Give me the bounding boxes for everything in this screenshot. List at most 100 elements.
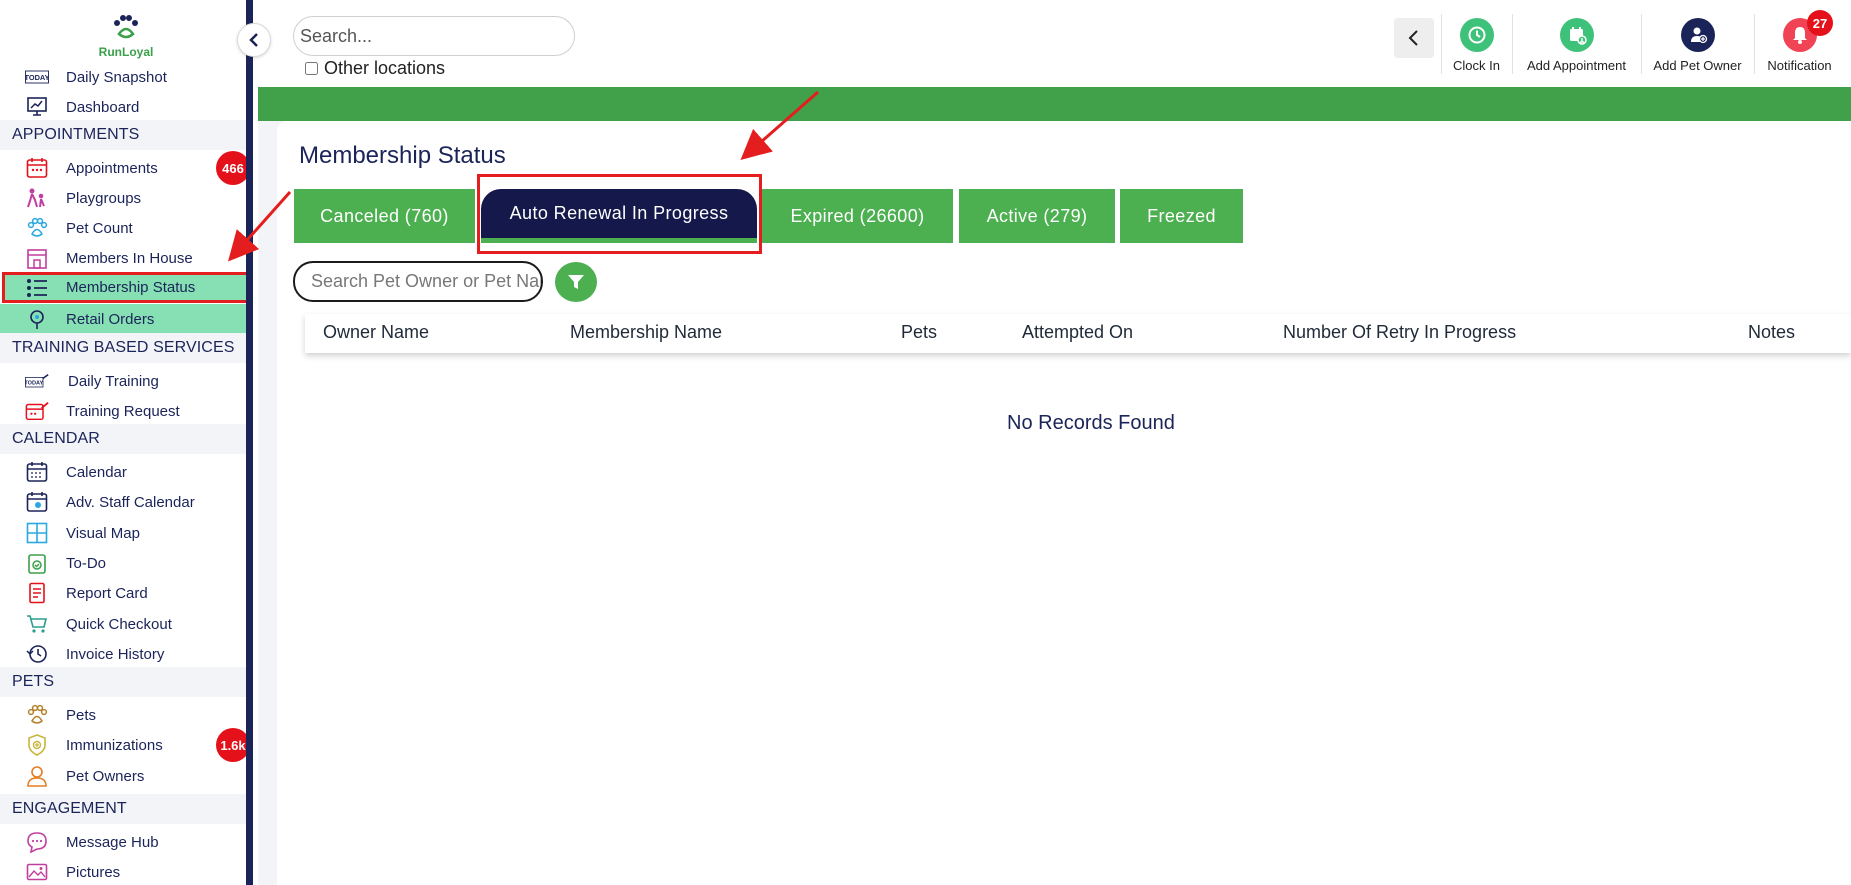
notification-count-badge: 27 (1807, 10, 1833, 36)
dashboard-icon (25, 96, 49, 118)
immunizations-count-badge: 1.6k (216, 728, 246, 762)
tab-canceled[interactable]: Canceled (760) (294, 189, 475, 243)
sidebar-item-label: Calendar (66, 463, 127, 481)
section-appointments: APPOINTMENTS (0, 120, 246, 150)
sidebar-item-immunizations[interactable]: Immunizations 1.6k (0, 728, 246, 762)
membership-list-icon (25, 277, 49, 299)
sidebar-item-adv-staff-calendar[interactable]: Adv. Staff Calendar (0, 487, 246, 517)
sidebar-item-invoice-history[interactable]: Invoice History (0, 639, 246, 669)
sidebar-item-daily-snapshot[interactable]: TODAY Daily Snapshot (0, 62, 246, 92)
sidebar-item-dashboard[interactable]: Dashboard (0, 92, 246, 122)
other-locations-checkbox[interactable] (305, 62, 318, 75)
brand-name: RunLoyal (98, 45, 154, 59)
sidebar-item-appointments[interactable]: Appointments 466 (0, 151, 246, 185)
calendar-icon (25, 461, 49, 483)
sidebar-item-pets[interactable]: Pets (0, 700, 246, 730)
paw-logo-icon (92, 14, 160, 44)
training-request-icon (25, 400, 49, 422)
sidebar-item-label: Message Hub (66, 833, 159, 851)
sidebar-item-label: Pets (66, 706, 97, 724)
sidebar-item-label: Adv. Staff Calendar (66, 493, 195, 511)
sidebar-item-label: Training Request (66, 402, 180, 420)
sidebar-item-pet-owners[interactable]: Pet Owners (0, 761, 246, 791)
paw-icon (25, 217, 49, 239)
sidebar-item-label: Daily Snapshot (66, 68, 167, 86)
house-icon (25, 247, 49, 269)
sidebar-item-label: Members In House (66, 249, 193, 267)
visual-map-icon (25, 522, 49, 544)
sidebar-item-to-do[interactable]: To-Do (0, 548, 246, 578)
person-icon (25, 765, 49, 787)
sidebar-item-report-card[interactable]: Report Card (0, 578, 246, 608)
sidebar-item-label: Retail Orders (66, 310, 155, 328)
notification-button[interactable]: 27 Notification (1754, 10, 1844, 74)
column-notes[interactable]: Notes (1748, 322, 1795, 343)
sidebar-item-quick-checkout[interactable]: Quick Checkout (0, 609, 246, 639)
tab-active[interactable]: Active (279) (959, 189, 1115, 243)
message-icon (25, 831, 49, 853)
report-card-icon (25, 582, 49, 604)
sidebar-item-pictures[interactable]: Pictures (0, 857, 246, 885)
global-search-input[interactable] (293, 16, 575, 56)
add-appointment-button[interactable]: Add Appointment (1512, 14, 1640, 74)
add-person-icon (1680, 18, 1715, 52)
sidebar-item-membership-status[interactable]: Membership Status (2, 272, 246, 303)
table-header: Owner Name Membership Name Pets Attempte… (305, 314, 1851, 353)
column-owner-name[interactable]: Owner Name (323, 322, 429, 343)
sidebar-item-label: Visual Map (66, 524, 140, 542)
sidebar-item-daily-training[interactable]: TODAY Daily Training (0, 366, 246, 396)
column-attempted-on[interactable]: Attempted On (1022, 322, 1133, 343)
sidebar-item-training-request[interactable]: Training Request (0, 396, 246, 426)
section-training: TRAINING BASED SERVICES (0, 333, 246, 363)
sidebar-item-label: Pet Count (66, 219, 133, 237)
sidebar-item-visual-map[interactable]: Visual Map (0, 518, 246, 548)
clock-in-button[interactable]: Clock In (1441, 14, 1511, 74)
chevron-left-icon (1408, 30, 1418, 46)
sidebar-item-pet-count[interactable]: Pet Count (0, 213, 246, 243)
column-membership-name[interactable]: Membership Name (570, 322, 722, 343)
other-locations-text: Other locations (324, 58, 446, 78)
sidebar-item-label: Appointments (66, 159, 158, 177)
invoice-history-icon (25, 643, 49, 665)
tab-expired[interactable]: Expired (26600) (762, 189, 953, 243)
sidebar-item-calendar[interactable]: Calendar (0, 457, 246, 487)
chevron-left-icon (249, 33, 258, 47)
appointments-count-badge: 466 (216, 151, 246, 185)
sidebar-item-members-in-house[interactable]: Members In House (0, 243, 246, 273)
brand-logo[interactable]: RunLoyal (92, 14, 160, 59)
tab-highlight-box (477, 174, 762, 254)
sidebar-item-retail-orders[interactable]: Retail Orders (0, 304, 246, 334)
filter-icon (568, 275, 584, 289)
back-button[interactable] (1394, 18, 1434, 58)
notification-label: Notification (1767, 58, 1832, 73)
sidebar-item-playgroups[interactable]: Playgroups (0, 183, 246, 213)
pets-icon (25, 704, 49, 726)
sidebar-item-label: Quick Checkout (66, 615, 172, 633)
sidebar-item-label: Pet Owners (66, 767, 145, 785)
filter-button[interactable] (555, 262, 597, 302)
retail-icon (25, 308, 49, 330)
cart-icon (25, 613, 49, 635)
column-pets[interactable]: Pets (901, 322, 937, 343)
appointments-icon (25, 157, 49, 179)
svg-text:TODAY: TODAY (25, 381, 44, 387)
page-title: Membership Status (299, 142, 506, 169)
empty-state-message: No Records Found (1007, 412, 1175, 434)
sidebar-item-label: Pictures (66, 863, 121, 881)
column-number-of-retry[interactable]: Number Of Retry In Progress (1283, 322, 1516, 343)
sidebar-item-label: To-Do (66, 554, 107, 572)
header-banner (258, 87, 1851, 121)
sidebar-item-message-hub[interactable]: Message Hub (0, 827, 246, 857)
section-engagement: ENGAGEMENT (0, 794, 246, 824)
section-pets: PETS (0, 667, 246, 697)
pet-owner-search-input[interactable] (293, 261, 543, 302)
training-icon: TODAY (25, 370, 49, 392)
sidebar-item-label: Dashboard (66, 98, 140, 116)
collapse-sidebar-button[interactable] (237, 23, 271, 57)
todo-icon (25, 552, 49, 574)
tab-freezed[interactable]: Freezed (1120, 189, 1243, 243)
section-calendar: CALENDAR (0, 424, 246, 454)
other-locations-checkbox-label[interactable]: Other locations (305, 58, 445, 79)
add-appointment-icon (1559, 18, 1594, 52)
add-pet-owner-button[interactable]: Add Pet Owner (1641, 14, 1753, 74)
